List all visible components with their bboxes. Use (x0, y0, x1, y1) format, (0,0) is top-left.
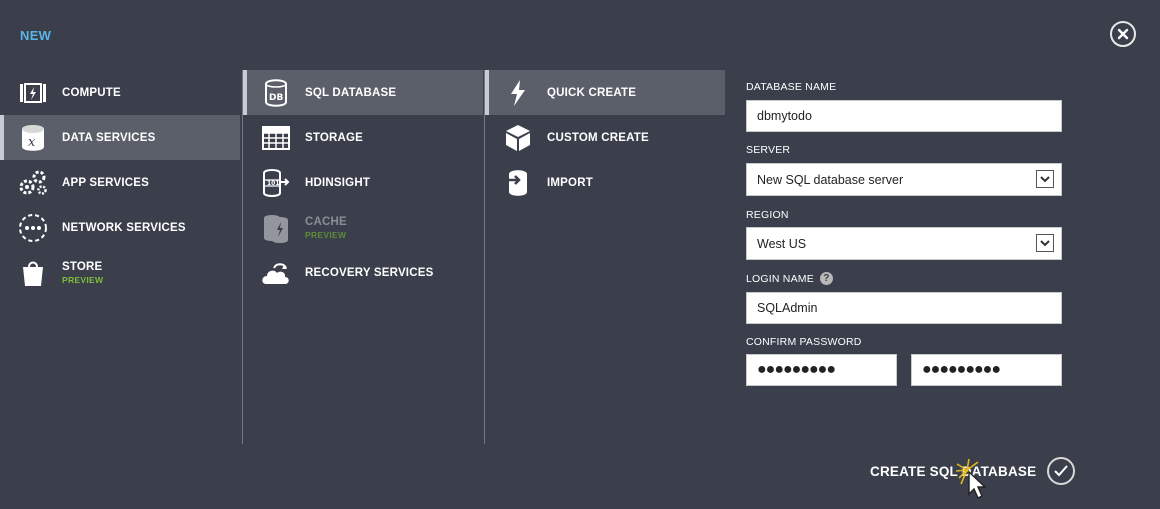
recovery-services-icon (259, 256, 293, 290)
hdinsight-icon: 101 (259, 166, 293, 200)
menu-item-label: STORAGE (305, 131, 364, 144)
menu-item-label: QUICK CREATE (547, 86, 637, 99)
menu-item-import[interactable]: IMPORT (485, 160, 725, 205)
menu-item-cache: CACHE PREVIEW (243, 205, 483, 250)
menu-item-quick-create[interactable]: QUICK CREATE (485, 70, 725, 115)
menu-item-custom-create[interactable]: CUSTOM CREATE (485, 115, 725, 160)
menu-item-data-services[interactable]: x DATA SERVICES (0, 115, 240, 160)
region-value: West US (757, 236, 807, 251)
menu-item-label: CACHE (305, 215, 347, 228)
server-label: SERVER (746, 143, 791, 156)
create-label: CREATE SQL DATABASE (870, 463, 1037, 479)
data-services-icon: x (16, 121, 50, 155)
server-value: New SQL database server (757, 172, 904, 187)
password-row: ●●●●●●●●● ●●●●●●●●● (746, 354, 1062, 386)
menu-item-label: SQL DATABASE (305, 86, 397, 99)
menu-item-label: IMPORT (547, 176, 593, 189)
database-name-label: DATABASE NAME (746, 80, 837, 93)
password-input[interactable]: ●●●●●●●●● (746, 354, 897, 386)
menu-item-label: CUSTOM CREATE (547, 131, 649, 144)
store-icon (16, 256, 50, 290)
sql-database-icon: DB (259, 76, 293, 110)
cube-icon (501, 121, 535, 155)
menu-item-sql-database[interactable]: DB SQL DATABASE (243, 70, 483, 115)
login-name-text: LOGIN NAME (746, 272, 814, 285)
menu-item-app-services[interactable]: APP SERVICES (0, 160, 240, 205)
menu-item-storage[interactable]: STORAGE (243, 115, 483, 160)
cache-icon (259, 211, 293, 245)
login-name-input[interactable]: SQLAdmin (746, 292, 1062, 324)
database-name-input[interactable]: dbmytodo (746, 100, 1062, 132)
menu-item-recovery-services[interactable]: RECOVERY SERVICES (243, 250, 483, 295)
svg-text:x: x (28, 135, 36, 150)
menu-item-network-services[interactable]: NETWORK SERVICES (0, 205, 240, 250)
menu-item-hdinsight[interactable]: 101 HDINSIGHT (243, 160, 483, 205)
close-button[interactable] (1110, 21, 1136, 47)
confirm-password-input[interactable]: ●●●●●●●●● (911, 354, 1062, 386)
service-list: DB SQL DATABASE STORAGE 101 HDINSIGHT CA… (242, 70, 483, 444)
server-select[interactable]: New SQL database server (746, 163, 1062, 196)
chevron-down-icon[interactable] (1036, 234, 1054, 252)
check-icon[interactable] (1047, 457, 1076, 485)
menu-item-label: RECOVERY SERVICES (305, 266, 434, 279)
login-name-label: LOGIN NAME ? (746, 272, 1062, 285)
category-list: COMPUTE x DATA SERVICES APP SERVICES NET… (0, 70, 240, 444)
mouse-cursor-icon (955, 458, 987, 499)
help-icon[interactable]: ? (819, 272, 833, 285)
lightning-icon (501, 76, 535, 110)
close-icon (1117, 28, 1129, 40)
quick-create-form: DATABASE NAME dbmytodo SERVER New SQL da… (746, 80, 1062, 386)
svg-text:101: 101 (267, 180, 280, 187)
network-services-icon (16, 211, 50, 245)
menu-item-compute[interactable]: COMPUTE (0, 70, 240, 115)
region-select[interactable]: West US (746, 227, 1062, 260)
compute-icon (16, 76, 50, 110)
menu-item-store[interactable]: STORE PREVIEW (0, 250, 240, 295)
menu-item-label: STORE (62, 260, 103, 273)
svg-text:DB: DB (269, 93, 283, 103)
preview-badge: PREVIEW (62, 274, 104, 285)
menu-item-label: COMPUTE (62, 86, 121, 99)
app-services-icon (16, 166, 50, 200)
menu-item-label: APP SERVICES (62, 176, 149, 189)
storage-icon (259, 121, 293, 155)
import-icon (501, 166, 535, 200)
menu-item-label: DATA SERVICES (62, 131, 156, 144)
menu-item-label: HDINSIGHT (305, 176, 371, 189)
page-title: NEW (20, 28, 52, 43)
chevron-down-icon[interactable] (1036, 170, 1054, 188)
menu-item-label: NETWORK SERVICES (62, 221, 186, 234)
region-label: REGION (746, 208, 789, 221)
confirm-password-label: CONFIRM PASSWORD (746, 335, 862, 348)
preview-badge: PREVIEW (305, 229, 347, 240)
create-option-list: QUICK CREATE CUSTOM CREATE IMPORT (484, 70, 725, 444)
